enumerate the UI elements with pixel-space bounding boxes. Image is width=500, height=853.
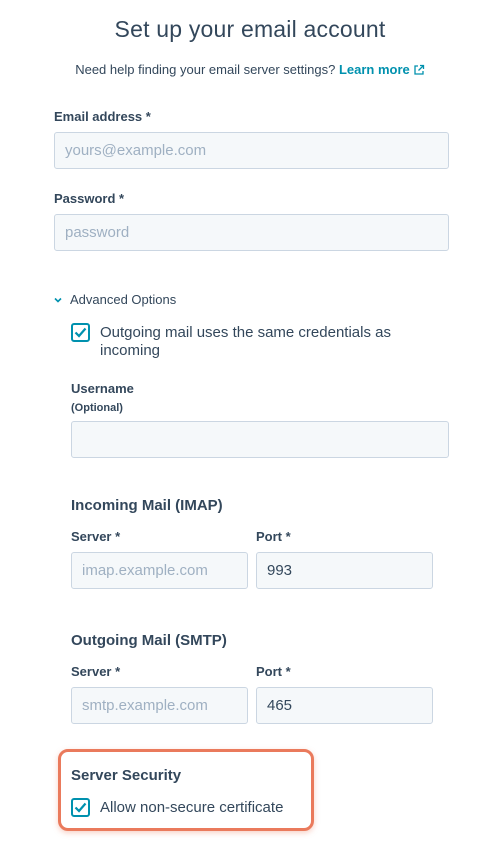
smtp-server-input[interactable] bbox=[71, 687, 248, 724]
chevron-down-icon bbox=[54, 297, 62, 303]
password-label: Password * bbox=[54, 191, 125, 206]
imap-port-label: Port * bbox=[256, 529, 291, 544]
smtp-port-label: Port * bbox=[256, 664, 291, 679]
smtp-section-title: Outgoing Mail (SMTP) bbox=[71, 632, 227, 649]
username-optional-hint: (Optional) bbox=[71, 402, 123, 414]
imap-section-title: Incoming Mail (IMAP) bbox=[71, 497, 223, 514]
same-credentials-label: Outgoing mail uses the same credentials … bbox=[100, 324, 391, 360]
username-label: Username bbox=[71, 381, 134, 396]
check-icon bbox=[74, 327, 87, 338]
server-security-highlight bbox=[58, 749, 314, 831]
help-text: Need help finding your email server sett… bbox=[75, 62, 336, 77]
same-credentials-checkbox[interactable] bbox=[71, 323, 90, 342]
username-input[interactable] bbox=[71, 421, 449, 458]
allow-nonsecure-label: Allow non-secure certificate bbox=[100, 799, 284, 816]
learn-more-link[interactable]: Learn more bbox=[339, 62, 425, 77]
imap-server-input[interactable] bbox=[71, 552, 248, 589]
smtp-port-input[interactable] bbox=[256, 687, 433, 724]
external-link-icon bbox=[414, 64, 424, 75]
same-credentials-line2: incoming bbox=[100, 342, 161, 359]
same-credentials-line1: Outgoing mail uses the same credentials … bbox=[100, 324, 391, 341]
email-input[interactable] bbox=[54, 132, 449, 169]
server-security-title: Server Security bbox=[71, 767, 182, 784]
page-title: Set up your email account bbox=[114, 16, 386, 42]
smtp-server-label: Server * bbox=[71, 664, 121, 679]
allow-nonsecure-checkbox[interactable] bbox=[71, 798, 90, 817]
advanced-options-toggle[interactable]: Advanced Options bbox=[54, 292, 176, 307]
imap-server-label: Server * bbox=[71, 529, 121, 544]
email-label: Email address * bbox=[54, 109, 151, 124]
help-text-row: Need help finding your email server sett… bbox=[0, 62, 500, 77]
learn-more-label: Learn more bbox=[338, 62, 410, 77]
check-icon bbox=[74, 802, 87, 813]
password-input[interactable] bbox=[54, 214, 449, 251]
advanced-options-label: Advanced Options bbox=[70, 292, 177, 307]
imap-port-input[interactable] bbox=[256, 552, 433, 589]
